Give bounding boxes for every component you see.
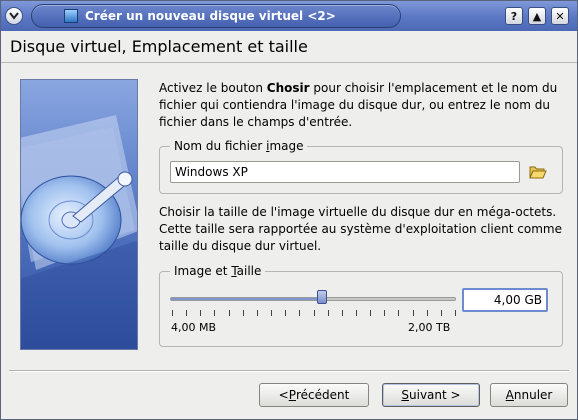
back-button[interactable]: < Précédent — [259, 383, 369, 407]
title-pill: Créer un nouveau disque virtuel <2> — [31, 4, 401, 28]
slider-tick — [384, 310, 386, 316]
slider-tick — [341, 310, 343, 316]
slider-tick — [200, 310, 202, 316]
next-mnemonic: S — [401, 388, 410, 402]
back-mnemonic: P — [288, 388, 296, 402]
size-description: Choisir la taille de l'image virtuelle d… — [159, 205, 562, 253]
size-min-label: 4,00 MB — [171, 321, 217, 334]
slider-tick — [370, 310, 372, 316]
size-legend-post: aille — [236, 264, 262, 278]
size-input[interactable] — [462, 288, 548, 312]
wizard-window: Créer un nouveau disque virtuel <2> ? ▲ … — [0, 0, 578, 420]
title-bar[interactable]: Créer un nouveau disque virtuel <2> ? ▲ … — [1, 1, 577, 31]
slider-tick — [299, 310, 301, 316]
cancel-post: nnuler — [513, 388, 553, 402]
window-title: Créer un nouveau disque virtuel <2> — [85, 9, 336, 23]
next-post: uivant > — [409, 388, 461, 402]
slider-tick — [186, 310, 188, 316]
slider-tick — [242, 310, 244, 316]
cancel-mnemonic: A — [505, 388, 514, 402]
back-post: récédent — [295, 388, 350, 402]
help-button[interactable]: ? — [505, 7, 523, 25]
file-name-group: Nom du fichier image — [159, 139, 563, 194]
back-pre: < — [278, 388, 289, 402]
hard-disk-illustration — [20, 79, 138, 350]
size-slider-track[interactable] — [170, 297, 456, 301]
shade-button[interactable]: ▲ — [528, 7, 546, 25]
slider-tick — [412, 310, 414, 316]
cancel-button[interactable]: Annuler — [490, 383, 568, 407]
intro-text-bold: Chosir — [266, 81, 310, 95]
slider-tick — [285, 310, 287, 316]
file-legend-post: mage — [269, 139, 304, 153]
slider-tick — [398, 310, 400, 316]
slider-tick — [313, 310, 315, 316]
size-group: Image et Taille 4,00 MB 2,00 TB — [159, 264, 563, 347]
chevron-down-icon — [9, 12, 19, 20]
slider-tick — [426, 310, 428, 316]
choose-file-button[interactable] — [526, 161, 550, 183]
intro-text-before: Activez le bouton — [159, 81, 267, 95]
size-slider-ticks — [172, 310, 456, 316]
close-button[interactable]: ✕ — [551, 7, 569, 25]
next-button[interactable]: Suivant > — [382, 383, 480, 407]
slider-tick — [256, 310, 258, 316]
slider-tick — [355, 310, 357, 316]
wizard-header: Disque virtuel, Emplacement et taille — [1, 31, 577, 63]
size-slider-fill — [171, 298, 323, 300]
slider-tick — [228, 310, 230, 316]
file-legend-pre: Nom du fichier — [174, 139, 267, 153]
size-legend-pre: Image et — [174, 264, 232, 278]
virtualbox-app-icon — [64, 9, 78, 23]
slider-tick — [455, 310, 456, 316]
window-menu-button[interactable] — [5, 7, 23, 25]
file-name-input[interactable] — [170, 161, 520, 183]
slider-tick — [327, 310, 329, 316]
slider-tick — [214, 310, 216, 316]
size-group-label: Image et Taille — [170, 264, 266, 278]
file-name-group-label: Nom du fichier image — [170, 139, 308, 153]
folder-open-icon — [529, 166, 547, 179]
intro-text: Activez le bouton Chosir pour choisir l'… — [159, 80, 563, 131]
button-separator — [9, 370, 569, 372]
slider-tick — [271, 310, 273, 316]
slider-tick — [440, 310, 442, 316]
hard-disk-icon — [21, 80, 137, 349]
size-max-label: 2,00 TB — [408, 321, 451, 334]
page-title: Disque virtuel, Emplacement et taille — [10, 37, 308, 56]
slider-tick — [172, 310, 173, 316]
size-slider-handle[interactable] — [316, 290, 327, 304]
